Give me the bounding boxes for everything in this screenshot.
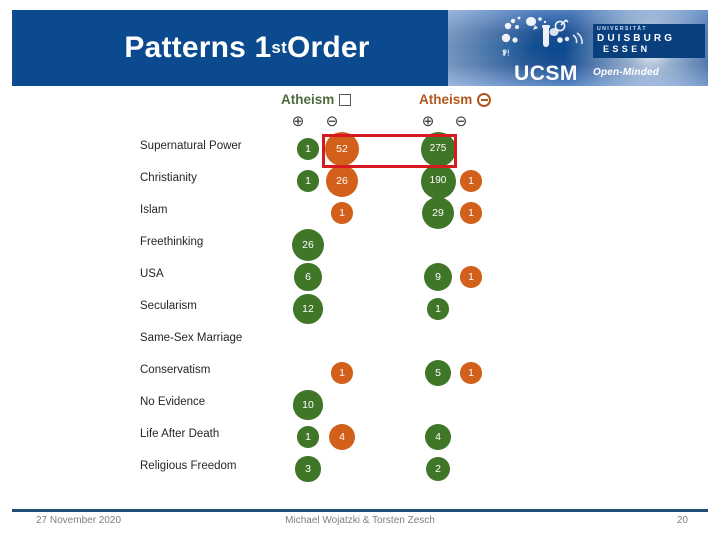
data-bubble: 10 (293, 390, 323, 420)
page-title: Patterns 1st Order (124, 31, 370, 64)
footer: 27 November 2020 Michael Wojatzki & Tors… (0, 515, 720, 535)
data-bubble: 26 (325, 164, 359, 198)
row-label: Freethinking (140, 236, 204, 248)
data-bubble: 1 (460, 170, 482, 192)
data-bubble: 26 (291, 228, 325, 262)
page-title-tail: Order (286, 31, 370, 64)
column-group-atheism-square: Atheism (281, 92, 352, 107)
polarity-headers: ⊕ ⊖ ⊕ ⊖ (0, 113, 720, 133)
circled-plus-icon: ⊕ (421, 113, 435, 130)
footer-page-number: 20 (676, 515, 688, 526)
column-group-label-1: Atheism (281, 92, 335, 107)
ucsm-wordmark: UCSM (514, 62, 578, 85)
data-bubble: 1 (460, 362, 482, 384)
data-bubble: 1 (460, 202, 482, 224)
table-row: Religious Freedom 3 2 (0, 453, 720, 485)
footer-authors: Michael Wojatzki & Torsten Zesch (285, 515, 435, 526)
data-bubble: 29 (421, 196, 455, 230)
row-label: Life After Death (140, 428, 220, 440)
row-label: Supernatural Power (140, 140, 242, 152)
data-bubble: 1 (297, 138, 319, 160)
ude-tagline: Open-Minded (593, 66, 660, 78)
table-row: USA 6 9 1 (0, 261, 720, 293)
svg-text:?!: ?! (502, 48, 510, 58)
highlight-box (322, 134, 457, 168)
ucsm-logo-mark: ?! UCSM (499, 14, 591, 84)
table-row: Same-Sex Marriage (0, 325, 720, 357)
patterns-table: Supernatural Power 1 52 275 Christianity 1 26 1… (0, 131, 720, 485)
ucsm-ude-logo: ?! UCSM UNIVERSITÄT DUISBURG ESSEN Open-… (493, 10, 708, 86)
data-bubble: 1 (297, 426, 319, 448)
ude-universitaet: UNIVERSITÄT (597, 26, 647, 32)
data-bubble: 6 (294, 263, 322, 291)
table-row: No Evidence 10 (0, 389, 720, 421)
data-bubble: 3 (295, 456, 321, 482)
table-row: Life After Death 1 4 4 (0, 421, 720, 453)
row-label: Islam (140, 204, 168, 216)
row-label: Religious Freedom (140, 460, 237, 472)
data-bubble: 2 (426, 457, 450, 481)
table-row: Conservatism 1 5 1 (0, 357, 720, 389)
table-row: Freethinking 26 (0, 228, 720, 262)
data-bubble: 12 (293, 294, 323, 324)
circled-minus-icon (477, 92, 492, 107)
ude-essen: ESSEN (603, 44, 651, 55)
row-label: Christianity (140, 172, 197, 184)
data-bubble: 9 (423, 262, 453, 292)
data-bubble: 1 (331, 202, 353, 224)
circled-minus-icon: ⊖ (454, 113, 468, 130)
column-group-headers: Atheism Atheism (0, 92, 720, 112)
data-bubble: 1 (427, 298, 449, 320)
data-bubble: 1 (460, 266, 482, 288)
data-bubble: 190 (420, 163, 456, 199)
slide: Patterns 1st Order ?! UCSM UNIVERSITÄT D… (0, 0, 720, 540)
data-bubble: 1 (331, 362, 353, 384)
column-group-label-2: Atheism (419, 92, 473, 107)
table-row: Secularism 12 1 (0, 293, 720, 325)
data-bubble: 5 (424, 359, 452, 387)
footer-divider (12, 509, 708, 512)
page-title-main: Patterns 1 (124, 31, 272, 64)
ude-duisburg: DUISBURG (597, 32, 676, 44)
data-bubble: 4 (328, 423, 356, 451)
ude-name-box: UNIVERSITÄT DUISBURG ESSEN (593, 24, 705, 58)
circled-minus-icon: ⊖ (325, 113, 339, 130)
science-icons-decoration: ?! (501, 16, 583, 58)
data-bubble: 1 (297, 170, 319, 192)
ude-logo: UNIVERSITÄT DUISBURG ESSEN Open-Minded (593, 24, 705, 78)
row-label: Conservatism (140, 364, 211, 376)
data-bubble: 4 (424, 423, 452, 451)
row-label: No Evidence (140, 396, 206, 408)
table-row: Christianity 1 26 190 1 (0, 163, 720, 199)
row-label: Same-Sex Marriage (140, 332, 243, 344)
column-group-atheism-minus: Atheism (419, 92, 492, 107)
table-row: Islam 1 29 1 (0, 196, 720, 230)
empty-square-icon (339, 93, 352, 106)
circled-plus-icon: ⊕ (291, 113, 305, 130)
header-banner: Patterns 1st Order ?! UCSM UNIVERSITÄT D… (12, 10, 708, 86)
row-label: USA (140, 268, 164, 280)
row-label: Secularism (140, 300, 197, 312)
